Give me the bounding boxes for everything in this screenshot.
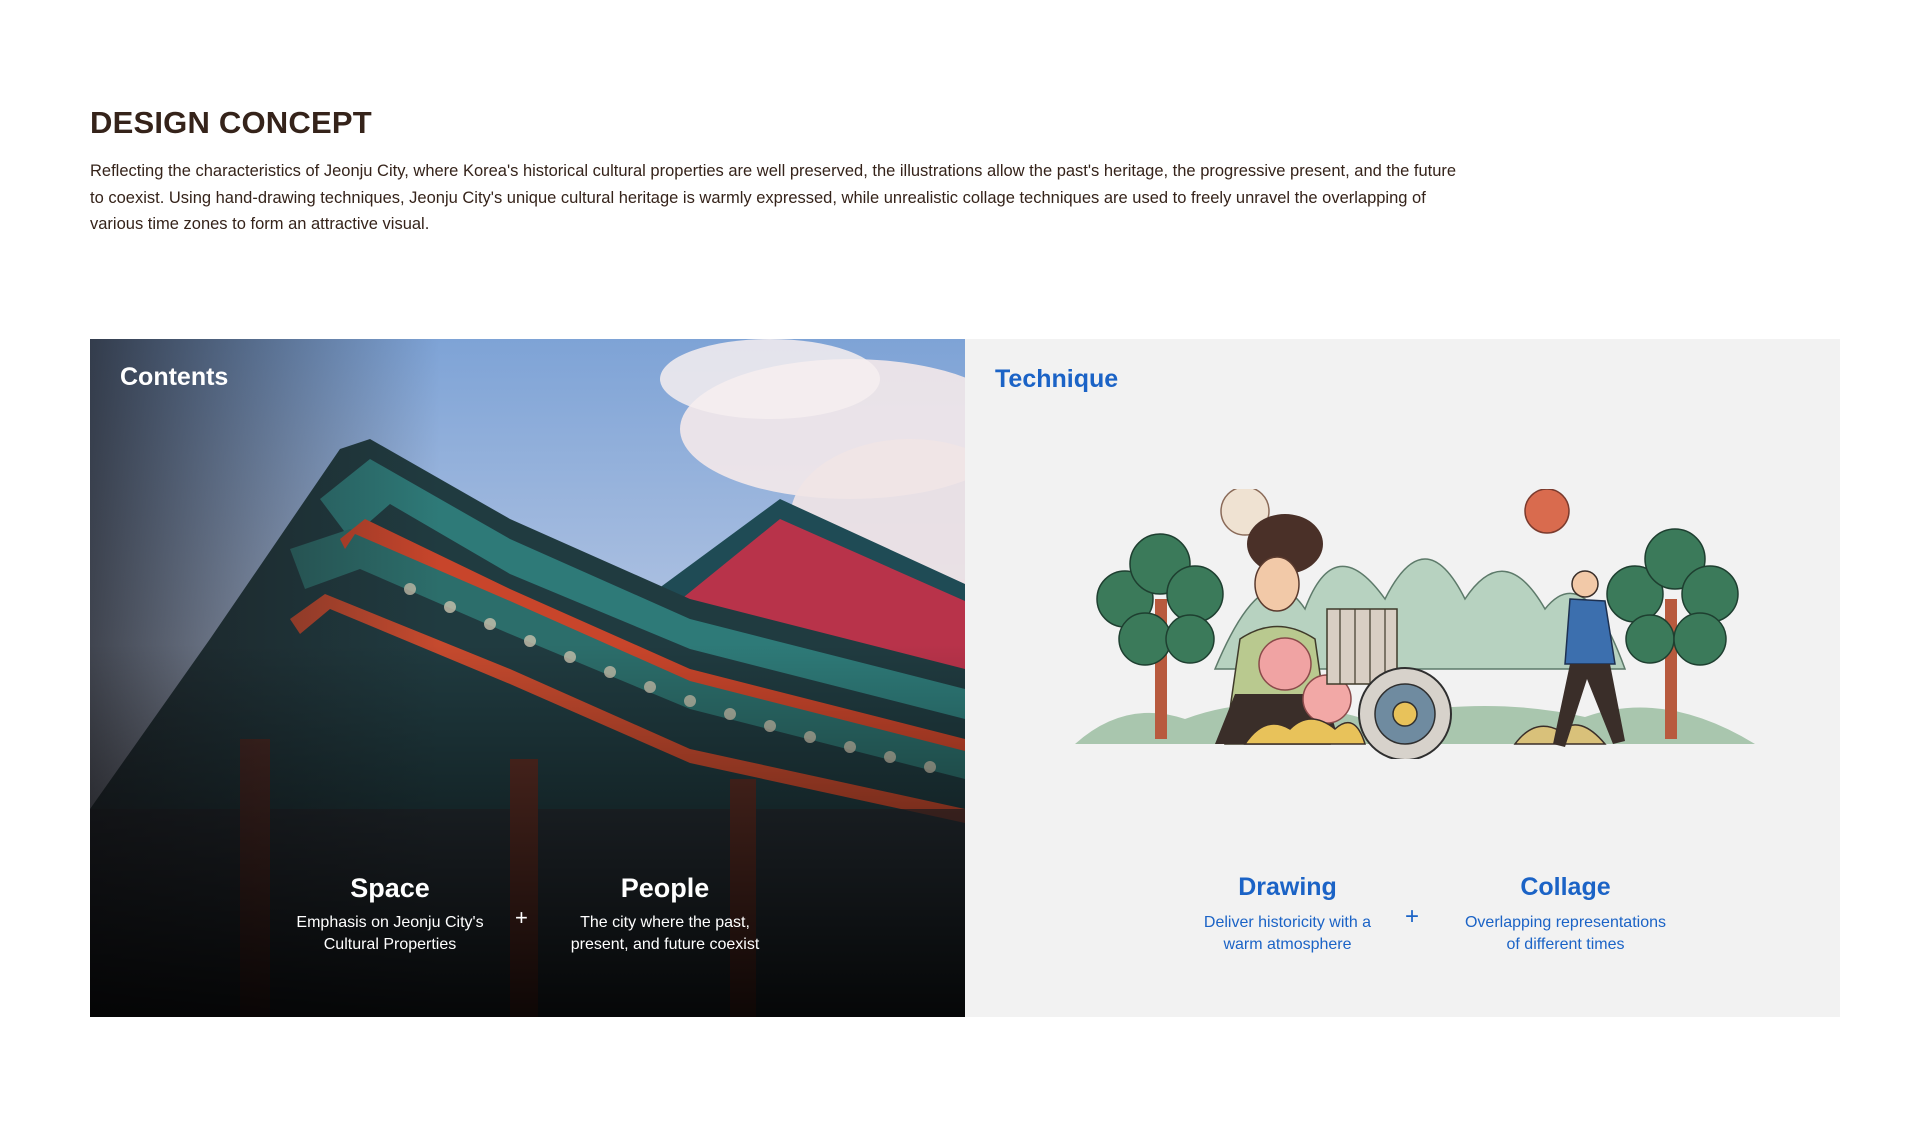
drawing-subtitle: Deliver historicity with a warm atmosphe… [1185, 912, 1390, 956]
people-subtitle-line-2: present, and future coexist [570, 936, 760, 953]
collage-title: Collage [1520, 873, 1611, 901]
contents-plus-sign: + [515, 905, 528, 930]
technique-label: Technique [995, 365, 1119, 393]
technique-plus-sign: + [1405, 903, 1420, 930]
space-caption: Space Emphasis on Jeonju City's Cultural… [280, 873, 500, 956]
page-title: DESIGN CONCEPT [90, 105, 372, 140]
space-subtitle-line-1: Emphasis on Jeonju City's [296, 914, 484, 931]
drawing-subtitle-line-1: Deliver historicity with a [1203, 914, 1372, 931]
drawing-caption: Drawing Deliver historicity with a warm … [1185, 873, 1390, 956]
technique-panel: Technique Drawing Deliver historicity wi… [965, 339, 1840, 1017]
people-subtitle-line-1: The city where the past, [580, 914, 750, 931]
contents-label: Contents [120, 363, 229, 391]
collage-subtitle-line-1: Overlapping representations [1464, 914, 1666, 931]
people-caption: People The city where the past, present,… [550, 873, 780, 956]
contents-panel: Contents Space Emphasis on Jeonju City's… [90, 339, 965, 1017]
people-title: People [620, 873, 710, 903]
people-subtitle: The city where the past, present, and fu… [550, 912, 780, 956]
space-title: Space [350, 873, 430, 903]
drawing-title: Drawing [1238, 873, 1337, 901]
concept-panels: Contents Space Emphasis on Jeonju City's… [90, 339, 1840, 1017]
collage-caption: Collage Overlapping representations of d… [1448, 873, 1683, 956]
collage-subtitle-line-2: of different times [1506, 936, 1625, 953]
drawing-subtitle-line-2: warm atmosphere [1223, 936, 1352, 953]
jeonju-illustration [1075, 489, 1755, 759]
collage-subtitle: Overlapping representations of different… [1448, 912, 1683, 956]
space-subtitle: Emphasis on Jeonju City's Cultural Prope… [280, 912, 500, 956]
page-description: Reflecting the characteristics of Jeonju… [90, 162, 1457, 233]
space-subtitle-line-2: Cultural Properties [323, 936, 457, 953]
